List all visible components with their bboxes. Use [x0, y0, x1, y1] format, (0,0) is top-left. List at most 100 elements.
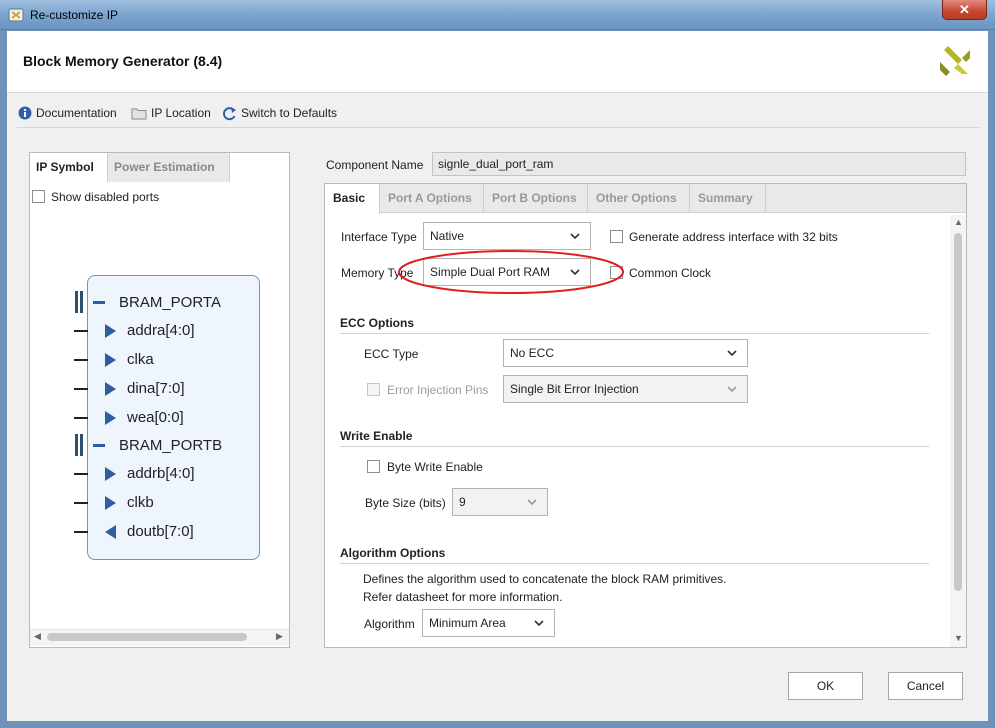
tab-ip-symbol[interactable]: IP Symbol [30, 153, 108, 182]
ecc-type-label: ECC Type [364, 347, 419, 361]
port-wea: wea[0:0] [127, 409, 184, 426]
window-title: Re-customize IP [30, 8, 119, 22]
section-divider [340, 563, 929, 564]
ip-location-label: IP Location [151, 106, 211, 120]
error-injection-pins-label: Error Injection Pins [387, 383, 489, 397]
chevron-down-icon [570, 233, 580, 240]
switch-to-defaults-button[interactable]: Switch to Defaults [222, 104, 337, 122]
bus-bar-porta-2 [80, 291, 83, 313]
switch-to-defaults-label: Switch to Defaults [241, 106, 338, 120]
generate-address-32bit-label: Generate address interface with 32 bits [629, 230, 838, 244]
bus-bar-porta [75, 291, 78, 313]
port-addra: addra[4:0] [127, 322, 195, 339]
chevron-down-icon [527, 499, 537, 506]
pin-line [74, 359, 88, 361]
algorithm-label: Algorithm [364, 617, 415, 631]
pin-line [74, 388, 88, 390]
port-group-portb: BRAM_PORTB [119, 437, 223, 454]
input-arrow-icon [105, 324, 116, 338]
dialog-header-title: Block Memory Generator (8.4) [23, 53, 223, 69]
port-clka: clka [127, 351, 154, 368]
chevron-down-icon [727, 350, 737, 357]
symbol-scrollbar-thumb[interactable] [47, 633, 247, 641]
chevron-down-icon [727, 386, 737, 393]
output-arrow-icon [105, 525, 116, 539]
tab-power-estimation[interactable]: Power Estimation [108, 153, 230, 182]
input-arrow-icon [105, 467, 116, 481]
pin-line [74, 473, 88, 475]
algorithm-select[interactable]: Minimum Area [422, 609, 555, 637]
byte-write-enable-checkbox[interactable] [367, 460, 380, 473]
refresh-icon [223, 106, 236, 120]
input-arrow-icon [105, 411, 116, 425]
pin-line [74, 531, 88, 533]
title-bar [0, 0, 995, 30]
interface-type-value: Native [430, 229, 465, 243]
common-clock-label: Common Clock [629, 266, 712, 280]
port-addrb: addrb[4:0] [127, 465, 195, 482]
port-clkb: clkb [127, 494, 154, 511]
ecc-type-value: No ECC [510, 346, 555, 360]
component-name-label: Component Name [326, 158, 424, 172]
port-dina: dina[7:0] [127, 380, 185, 397]
cancel-button[interactable]: Cancel [888, 672, 963, 700]
pin-line [74, 330, 88, 332]
pin-line [74, 502, 88, 504]
port-group-porta: BRAM_PORTA [119, 294, 221, 311]
folder-icon [131, 108, 147, 120]
chevron-down-icon [534, 620, 544, 627]
tab-basic[interactable]: Basic [325, 184, 380, 214]
algorithm-options-heading: Algorithm Options [340, 546, 446, 560]
annotation-ellipse [398, 250, 624, 294]
ecc-options-heading: ECC Options [340, 316, 414, 330]
bus-bar-portb [75, 434, 78, 456]
tab-summary[interactable]: Summary [690, 184, 766, 213]
port-doutb: doutb[7:0] [127, 523, 194, 540]
info-icon [18, 106, 32, 120]
input-arrow-icon [105, 382, 116, 396]
interface-type-label: Interface Type [341, 230, 417, 244]
pin-line [74, 417, 88, 419]
byte-size-select[interactable]: 9 [452, 488, 548, 516]
algorithm-description-2: Refer datasheet for more information. [363, 590, 563, 604]
scroll-up-icon[interactable]: ▲ [954, 217, 963, 227]
component-name-input[interactable]: signle_dual_port_ram [432, 152, 966, 176]
algorithm-value: Minimum Area [429, 616, 506, 630]
ok-button[interactable]: OK [788, 672, 863, 700]
error-injection-pins-checkbox[interactable] [367, 383, 380, 396]
byte-size-value: 9 [459, 495, 466, 509]
bus-bar-portb-2 [80, 434, 83, 456]
ip-location-button[interactable]: IP Location [131, 104, 211, 122]
write-enable-heading: Write Enable [340, 429, 413, 443]
scroll-down-icon[interactable]: ▼ [954, 633, 963, 643]
tab-port-b-options[interactable]: Port B Options [484, 184, 588, 213]
byte-write-enable-label: Byte Write Enable [387, 460, 483, 474]
error-injection-select[interactable]: Single Bit Error Injection [503, 375, 748, 403]
byte-size-label: Byte Size (bits) [365, 496, 446, 510]
collapse-portb-icon[interactable] [93, 444, 105, 447]
ecc-type-select[interactable]: No ECC [503, 339, 748, 367]
tab-other-options[interactable]: Other Options [588, 184, 690, 213]
xilinx-logo-icon [940, 46, 970, 76]
scroll-right-icon[interactable]: ▶ [276, 631, 283, 642]
input-arrow-icon [105, 353, 116, 367]
error-injection-value: Single Bit Error Injection [510, 382, 639, 396]
close-button[interactable]: ✕ [942, 0, 987, 20]
vivado-app-icon [8, 8, 24, 22]
section-divider [340, 446, 929, 447]
generate-address-32bit-checkbox[interactable] [610, 230, 623, 243]
interface-type-select[interactable]: Native [423, 222, 591, 250]
input-arrow-icon [105, 496, 116, 510]
toolbar-divider [17, 127, 980, 128]
options-scrollbar-thumb[interactable] [954, 233, 962, 591]
documentation-label: Documentation [36, 106, 117, 120]
show-disabled-ports-checkbox[interactable] [32, 190, 45, 203]
scroll-left-icon[interactable]: ◀ [34, 631, 41, 642]
show-disabled-ports-label: Show disabled ports [51, 190, 160, 204]
section-divider [340, 333, 929, 334]
documentation-button[interactable]: Documentation [18, 104, 117, 122]
collapse-porta-icon[interactable] [93, 301, 105, 304]
tab-port-a-options[interactable]: Port A Options [380, 184, 484, 213]
watermark: CSDN @青青豌豆 [830, 705, 961, 722]
algorithm-description: Defines the algorithm used to concatenat… [363, 572, 727, 586]
